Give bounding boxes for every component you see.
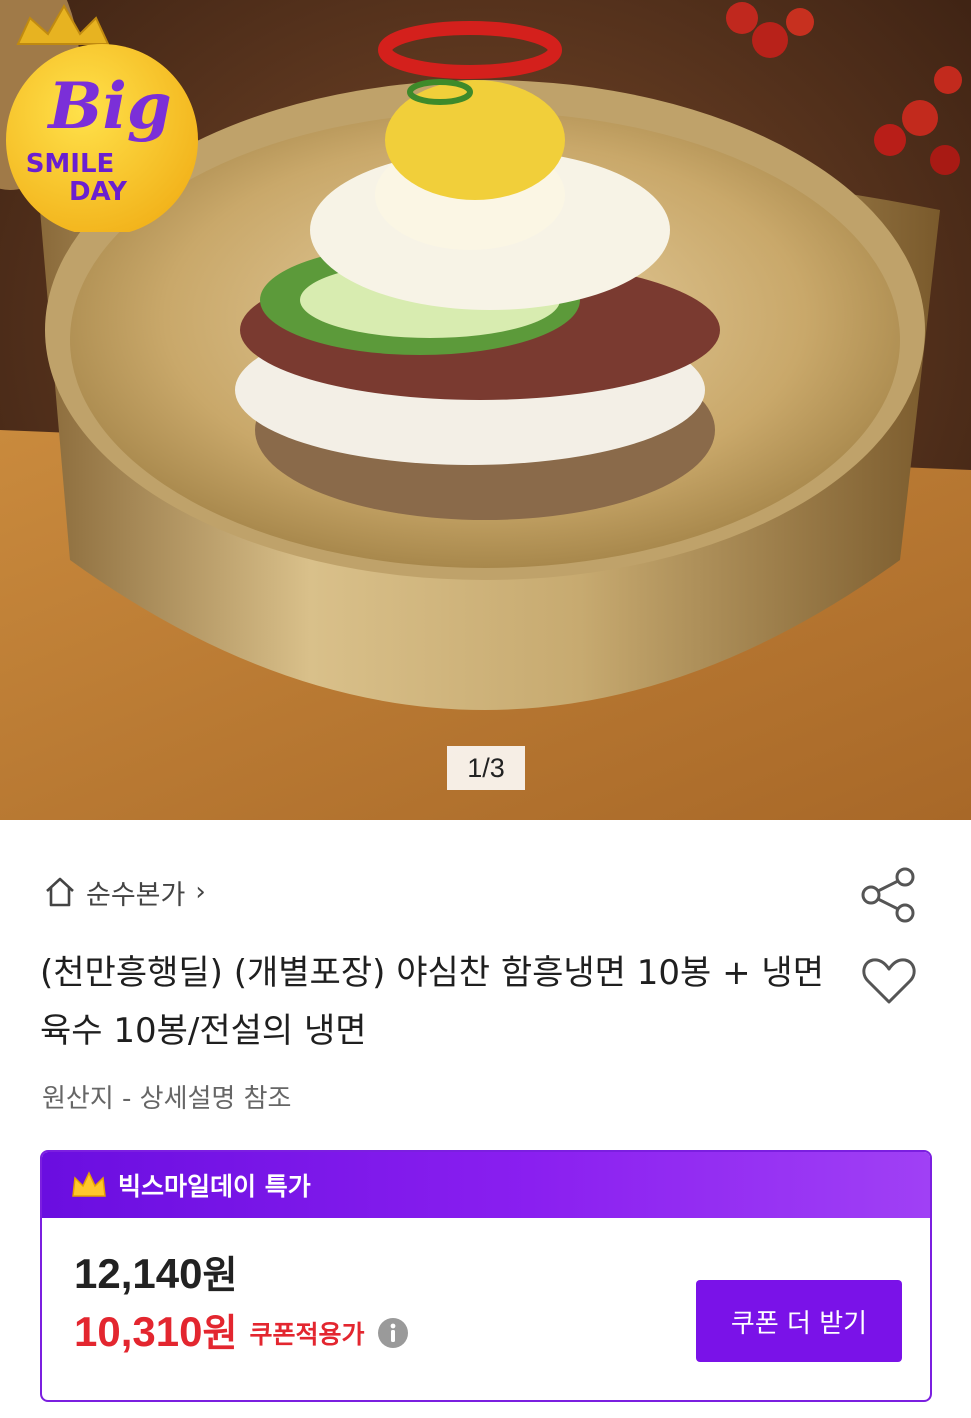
coupon-price: 10,310원 xyxy=(74,1302,237,1357)
crown-icon xyxy=(72,1171,106,1197)
deal-box: 빅스마일데이 특가 12,140원 10,310원 쿠폰적용가 쿠폰 더 받기 xyxy=(40,1150,932,1402)
badge-line1: Big xyxy=(46,69,171,144)
share-icon[interactable] xyxy=(858,864,920,926)
product-origin: 원산지 - 상세설명 참조 xyxy=(42,1084,292,1114)
heart-icon[interactable] xyxy=(860,952,918,1010)
product-image[interactable]: Big SMILE DAY 1/3 xyxy=(0,0,971,820)
store-link[interactable]: 순수본가 › xyxy=(42,870,206,914)
home-icon xyxy=(46,877,74,907)
get-more-coupons-button[interactable]: 쿠폰 더 받기 xyxy=(696,1280,902,1362)
deal-header: 빅스마일데이 특가 xyxy=(42,1152,930,1218)
original-price-value: 12,140 xyxy=(74,1250,203,1297)
original-price: 12,140원 xyxy=(74,1244,237,1299)
coupon-price-unit: 원 xyxy=(202,1311,238,1355)
original-price-unit: 원 xyxy=(202,1253,238,1297)
badge-line2: SMILE xyxy=(26,149,115,179)
coupon-price-label: 쿠폰적용가 xyxy=(249,1319,365,1349)
deal-label: 빅스마일데이 특가 xyxy=(118,1172,311,1201)
big-smile-day-badge: Big SMILE DAY xyxy=(6,3,198,232)
info-icon[interactable] xyxy=(376,1316,410,1350)
image-page-indicator: 1/3 xyxy=(447,746,525,790)
coupon-price-row: 10,310원 쿠폰적용가 xyxy=(74,1302,410,1357)
chevron-right-icon: › xyxy=(195,877,206,907)
store-name: 순수본가 xyxy=(86,879,186,911)
coupon-price-value: 10,310 xyxy=(74,1308,203,1355)
product-title: (천만흥행딜) (개별포장) 야심찬 함흥냉면 10봉 + 냉면육수 10봉/전… xyxy=(40,953,824,1051)
badge-line3: DAY xyxy=(69,177,128,207)
